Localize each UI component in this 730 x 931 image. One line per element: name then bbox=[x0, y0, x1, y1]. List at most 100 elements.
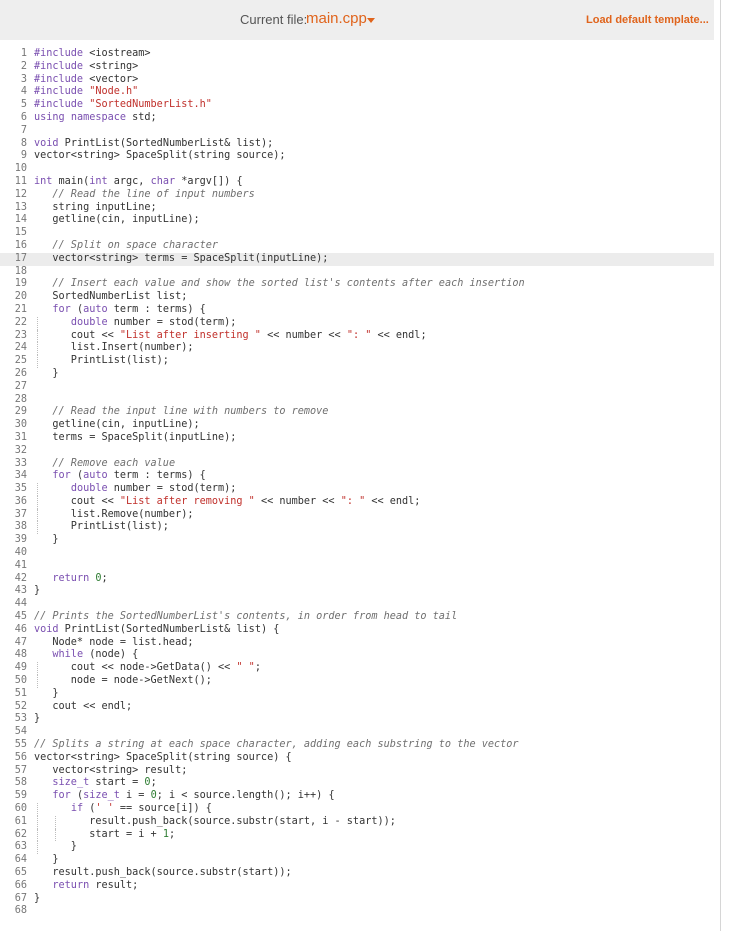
code-line[interactable]: 56 vector<string> SpaceSplit(string sourc… bbox=[0, 752, 714, 765]
line-text: } bbox=[34, 367, 59, 379]
code-line[interactable]: 7 bbox=[0, 125, 714, 138]
code-line[interactable]: 5 #include "SortedNumberList.h" bbox=[0, 99, 714, 112]
line-number: 48 bbox=[14, 649, 27, 661]
code-line[interactable]: 13 string inputLine; bbox=[0, 202, 714, 215]
code-line[interactable]: 8 void PrintList(SortedNumberList& list); bbox=[0, 138, 714, 151]
code-line[interactable]: 16 // Split on space character bbox=[0, 240, 714, 253]
code-line[interactable]: 32 bbox=[0, 445, 714, 458]
code-line[interactable]: 67} bbox=[0, 893, 714, 906]
line-text: // Read the line of input numbers bbox=[52, 188, 255, 200]
code-line[interactable]: 47 Node* node = list.head; bbox=[0, 637, 714, 650]
code-lines: 1 #include <iostream> 2 #include <string> 3 #… bbox=[0, 48, 714, 918]
code-line[interactable]: 53} bbox=[0, 713, 714, 726]
line-text: for (auto term : terms) { bbox=[52, 303, 206, 315]
line-text: for (auto term : terms) { bbox=[52, 470, 206, 482]
code-line[interactable]: 54 bbox=[0, 726, 714, 739]
code-line[interactable]: 44 bbox=[0, 598, 714, 611]
line-number: 27 bbox=[14, 380, 27, 392]
line-text: cout << "List after inserting " << numbe… bbox=[34, 329, 427, 341]
line-number: 35 bbox=[14, 483, 27, 495]
code-line[interactable]: 64 } bbox=[0, 854, 714, 867]
code-line[interactable]: 41 bbox=[0, 560, 714, 573]
code-line[interactable]: 3 #include <vector> bbox=[0, 74, 714, 87]
code-line[interactable]: 12 // Read the line of input numbers bbox=[0, 189, 714, 202]
code-line[interactable]: 57 vector<string> result; bbox=[0, 765, 714, 778]
code-line[interactable]: 46 void PrintList(SortedNumberList& list)… bbox=[0, 624, 714, 637]
code-line[interactable]: 45 // Prints the SortedNumberList's conte… bbox=[0, 611, 714, 624]
code-line[interactable]: 15 bbox=[0, 227, 714, 240]
code-line[interactable]: 17 vector<string> terms = SpaceSplit(inp… bbox=[0, 252, 714, 266]
code-line[interactable]: 19 // Insert each value and show the sor… bbox=[0, 278, 714, 291]
line-number: 56 bbox=[14, 751, 27, 763]
code-line[interactable]: 42 return 0; bbox=[0, 573, 714, 586]
line-text: // Insert each value and show the sorted… bbox=[52, 278, 525, 290]
code-line[interactable]: 48 while (node) { bbox=[0, 649, 714, 662]
code-line[interactable]: 14 getline(cin, inputLine); bbox=[0, 214, 714, 227]
line-text: } bbox=[34, 854, 59, 866]
code-line[interactable]: 20 SortedNumberList list; bbox=[0, 291, 714, 304]
code-line[interactable]: 66 return result; bbox=[0, 880, 714, 893]
code-line[interactable]: 6 using namespace std; bbox=[0, 112, 714, 125]
code-line[interactable]: 39 } bbox=[0, 534, 714, 547]
code-line[interactable]: 18 bbox=[0, 266, 714, 279]
line-text: terms = SpaceSplit(inputLine); bbox=[34, 431, 237, 443]
code-line[interactable]: 40 bbox=[0, 547, 714, 560]
load-default-template-link[interactable]: Load default template... bbox=[586, 14, 709, 26]
code-editor[interactable]: 1 #include <iostream> 2 #include <string> 3 #… bbox=[0, 40, 714, 931]
code-line[interactable]: 68 bbox=[0, 905, 714, 918]
code-line[interactable]: 34 for (auto term : terms) { bbox=[0, 470, 714, 483]
code-line[interactable]: 49 cout << node->GetData() << " "; bbox=[0, 662, 714, 676]
line-text: node = node->GetNext(); bbox=[34, 675, 212, 687]
code-line[interactable]: 61 result.push_back(source.substr(start,… bbox=[0, 815, 714, 829]
code-line[interactable]: 30 getline(cin, inputLine); bbox=[0, 419, 714, 432]
code-line[interactable]: 35 double number = stod(term); bbox=[0, 483, 714, 496]
code-line[interactable]: 63 } bbox=[0, 841, 714, 855]
line-number: 21 bbox=[14, 303, 27, 315]
line-text: return result; bbox=[52, 879, 139, 891]
code-line[interactable]: 4 #include "Node.h" bbox=[0, 86, 714, 99]
code-line[interactable]: 10 bbox=[0, 163, 714, 176]
code-line[interactable]: 43} bbox=[0, 585, 714, 598]
code-line[interactable]: 9 vector<string> SpaceSplit(string source… bbox=[0, 150, 714, 163]
file-select-dropdown[interactable]: main.cpp bbox=[306, 10, 367, 27]
code-line[interactable]: 62 start = i + 1; bbox=[0, 828, 714, 842]
line-number: 31 bbox=[14, 431, 27, 443]
code-line[interactable]: 27 bbox=[0, 381, 714, 394]
line-number: 52 bbox=[14, 700, 27, 712]
line-text: Node* node = list.head; bbox=[34, 636, 194, 648]
code-line[interactable]: 36 cout << "List after removing " << num… bbox=[0, 495, 714, 509]
file-toolbar: Current file: main.cpp Load default temp… bbox=[0, 0, 714, 40]
code-line[interactable]: 52 cout << endl; bbox=[0, 701, 714, 714]
code-line[interactable]: 1 #include <iostream> bbox=[0, 48, 714, 61]
line-text: for (size_t i = 0; i < source.length(); … bbox=[52, 790, 335, 802]
code-line[interactable]: 60 if (' ' == source[i]) { bbox=[0, 803, 714, 816]
line-text: vector<string> SpaceSplit(string source)… bbox=[34, 751, 292, 763]
code-line[interactable]: 11 int main(int argc, char *argv[]) { bbox=[0, 176, 714, 189]
code-line[interactable]: 22 double number = stod(term); bbox=[0, 316, 714, 330]
code-line[interactable]: 29 // Read the input line with numbers t… bbox=[0, 406, 714, 419]
code-line[interactable]: 37 list.Remove(number); bbox=[0, 508, 714, 522]
code-line[interactable]: 58 size_t start = 0; bbox=[0, 777, 714, 790]
code-line[interactable]: 38 PrintList(list); bbox=[0, 521, 714, 535]
line-number: 32 bbox=[14, 444, 27, 456]
code-line[interactable]: 33 // Remove each value bbox=[0, 458, 714, 471]
code-line[interactable]: 25 PrintList(list); bbox=[0, 355, 714, 368]
code-line[interactable]: 26 } bbox=[0, 368, 714, 381]
line-number: 14 bbox=[14, 214, 27, 226]
code-line[interactable]: 28 bbox=[0, 394, 714, 407]
code-line[interactable]: 21 for (auto term : terms) { bbox=[0, 304, 714, 317]
line-number: 28 bbox=[14, 393, 27, 405]
line-text: size_t start = 0; bbox=[52, 777, 157, 789]
code-line[interactable]: 23 cout << "List after inserting " << nu… bbox=[0, 329, 714, 343]
chevron-down-icon[interactable] bbox=[367, 18, 375, 23]
code-line[interactable]: 51 } bbox=[0, 688, 714, 701]
code-line[interactable]: 50 node = node->GetNext(); bbox=[0, 675, 714, 688]
code-line[interactable]: 55 // Splits a string at each space chara… bbox=[0, 739, 714, 752]
code-line[interactable]: 65 result.push_back(source.substr(start)… bbox=[0, 867, 714, 880]
code-line[interactable]: 24 list.Insert(number); bbox=[0, 342, 714, 356]
line-text: vector<string> SpaceSplit(string source)… bbox=[34, 150, 286, 162]
code-line[interactable]: 59 for (size_t i = 0; i < source.length(… bbox=[0, 790, 714, 803]
line-number: 60 bbox=[14, 803, 27, 815]
code-line[interactable]: 31 terms = SpaceSplit(inputLine); bbox=[0, 432, 714, 445]
code-line[interactable]: 2 #include <string> bbox=[0, 61, 714, 74]
